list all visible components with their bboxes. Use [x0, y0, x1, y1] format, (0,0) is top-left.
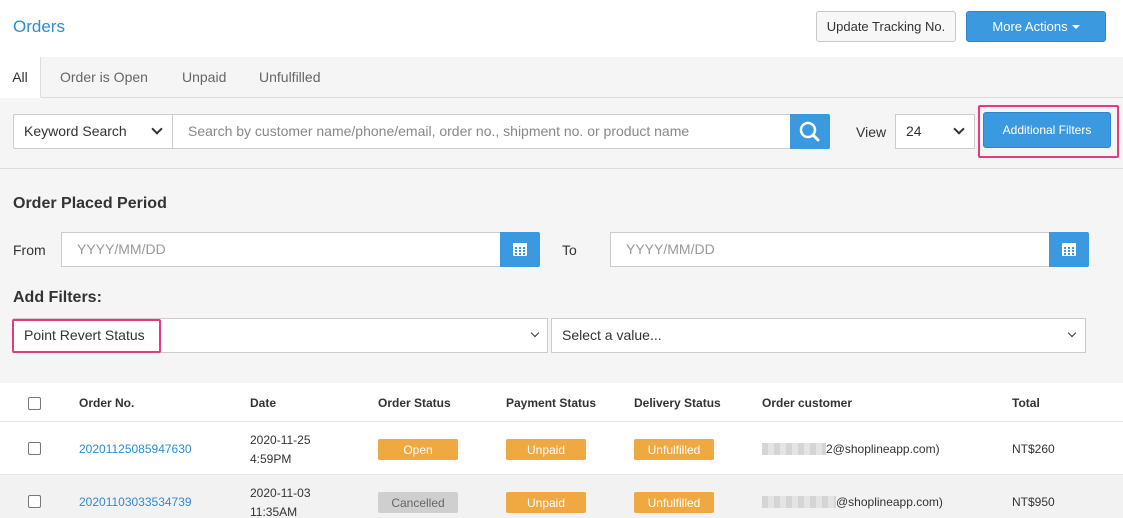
order-status-badge: Open: [378, 439, 458, 460]
delivery-status-badge: Unfulfilled: [634, 439, 714, 460]
search-input[interactable]: Search by customer name/phone/email, ord…: [172, 114, 791, 149]
search-placeholder: Search by customer name/phone/email, ord…: [188, 123, 690, 139]
add-filters-title: Add Filters:: [13, 289, 102, 306]
more-actions-button[interactable]: More Actions: [966, 11, 1106, 42]
search-row: Keyword Search Search by customer name/p…: [0, 98, 1123, 169]
order-time: 11:35AM: [250, 505, 298, 518]
column-header: Order customer: [762, 396, 853, 410]
order-placed-period-title: Order Placed Period: [13, 195, 167, 212]
payment-status-badge: Unpaid: [506, 439, 586, 460]
update-tracking-button[interactable]: Update Tracking No.: [816, 11, 956, 42]
order-number-link[interactable]: 20201103033534739: [79, 495, 192, 509]
from-label: From: [13, 242, 46, 258]
chevron-down-icon: [953, 123, 965, 135]
page-title: Orders: [13, 17, 65, 36]
view-count-value: 24: [906, 123, 922, 139]
redacted-text: [762, 443, 826, 455]
tab-unpaid[interactable]: Unpaid: [182, 57, 226, 98]
column-header: Order Status: [378, 396, 451, 410]
more-actions-label: More Actions: [992, 19, 1068, 34]
row-checkbox[interactable]: [28, 495, 41, 508]
column-header: Delivery Status: [634, 396, 721, 410]
tab-unfulfilled[interactable]: Unfulfilled: [259, 57, 320, 98]
order-total: NT$950: [1012, 495, 1055, 509]
calendar-icon: [513, 243, 527, 256]
caret-down-icon: [1071, 24, 1080, 29]
order-total: NT$260: [1012, 442, 1055, 456]
update-tracking-label: Update Tracking No.: [826, 19, 946, 34]
filter-value-select[interactable]: Select a value...: [551, 318, 1086, 353]
column-header: Date: [250, 396, 277, 410]
from-date-placeholder: YYYY/MM/DD: [77, 241, 166, 257]
column-header: Total: [1012, 396, 1040, 410]
to-date-placeholder: YYYY/MM/DD: [626, 241, 715, 257]
customer-email: @shoplineapp.com): [836, 495, 943, 509]
order-number-link[interactable]: 20201125085947630: [79, 442, 192, 456]
keyword-search-select[interactable]: Keyword Search: [13, 114, 173, 149]
row-checkbox[interactable]: [28, 442, 41, 455]
calendar-icon: [1062, 243, 1076, 256]
tab-order-is-open[interactable]: Order is Open: [60, 57, 148, 98]
tab-label: Unpaid: [182, 69, 227, 85]
search-button[interactable]: [790, 114, 830, 149]
to-label: To: [562, 242, 577, 258]
chevron-down-icon: [151, 123, 163, 135]
search-icon: [799, 121, 820, 142]
table-row[interactable]: 20201103033534739 2020-11-03 11:35AM Can…: [0, 474, 1123, 518]
additional-filters-button[interactable]: Additional Filters: [983, 112, 1111, 148]
tab-label: Unfulfilled: [259, 69, 321, 85]
order-status-badge: Cancelled: [378, 492, 458, 513]
column-header: Payment Status: [506, 396, 597, 410]
highlight-box: [12, 319, 161, 353]
order-time: 4:59PM: [250, 452, 292, 466]
tab-all[interactable]: All: [0, 57, 41, 98]
column-header: Order No.: [79, 396, 135, 410]
tab-label: All: [12, 69, 28, 85]
orders-table: Order No. Date Order Status Payment Stat…: [0, 383, 1123, 518]
view-count-select[interactable]: 24: [895, 114, 975, 149]
order-date: 2020-11-25: [250, 433, 311, 447]
select-all-checkbox[interactable]: [28, 397, 41, 410]
filter-value-placeholder: Select a value...: [562, 327, 662, 343]
table-row[interactable]: 20201125085947630 2020-11-25 4:59PM Open…: [0, 421, 1123, 474]
order-tabs: All Order is Open Unpaid Unfulfilled: [0, 57, 1123, 98]
from-calendar-button[interactable]: [500, 232, 540, 267]
view-label: View: [856, 124, 887, 140]
payment-status-badge: Unpaid: [506, 492, 586, 513]
delivery-status-badge: Unfulfilled: [634, 492, 714, 513]
page-header: Orders Update Tracking No. More Actions: [0, 0, 1123, 57]
additional-filters-label: Additional Filters: [1002, 123, 1092, 137]
keyword-search-label: Keyword Search: [24, 123, 127, 139]
from-date-input[interactable]: YYYY/MM/DD: [61, 232, 501, 267]
to-date-input[interactable]: YYYY/MM/DD: [610, 232, 1050, 267]
to-calendar-button[interactable]: [1049, 232, 1089, 267]
customer-email: 2@shoplineapp.com): [826, 442, 940, 456]
order-date: 2020-11-03: [250, 486, 311, 500]
tab-label: Order is Open: [60, 69, 148, 85]
chevron-down-icon: [530, 328, 540, 338]
redacted-text: [762, 496, 836, 508]
chevron-down-icon: [1067, 328, 1077, 338]
